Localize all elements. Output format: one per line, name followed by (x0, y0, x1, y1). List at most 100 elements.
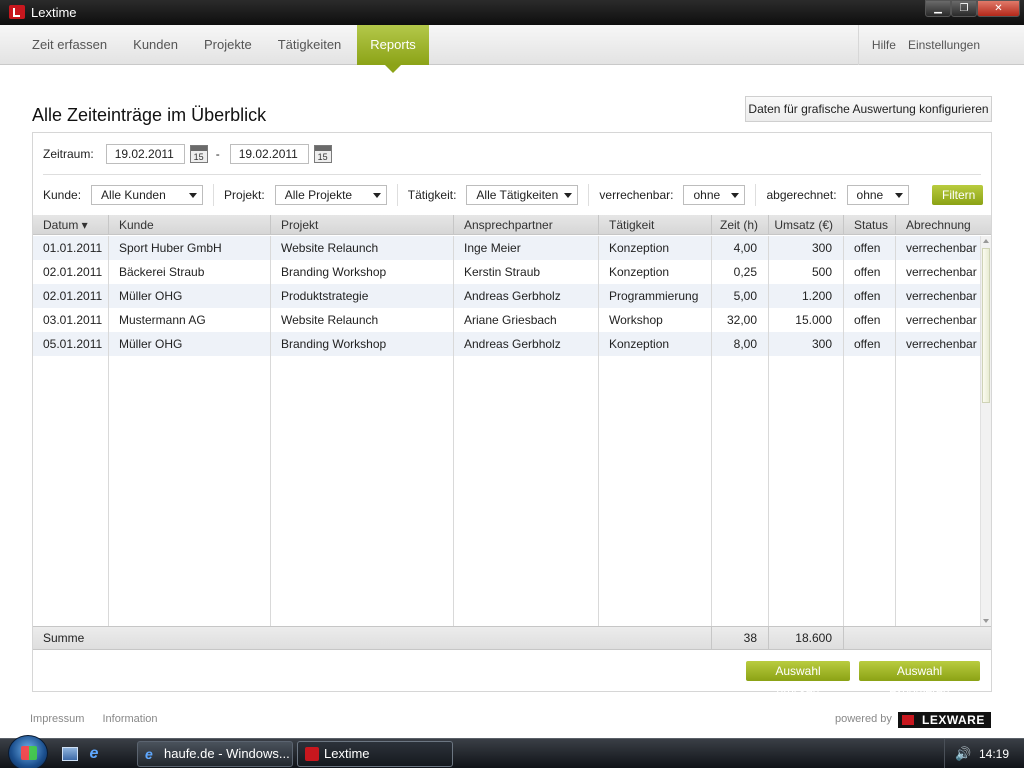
kunde-select[interactable]: Alle Kunden (91, 185, 204, 205)
scroll-down-arrow-icon[interactable] (983, 619, 989, 623)
taetigkeit-select-value: Alle Tätigkeiten (476, 188, 559, 202)
column-divider (270, 236, 271, 626)
close-button[interactable]: ✕ (977, 0, 1020, 17)
information-link[interactable]: Information (102, 713, 157, 725)
column-header-abrechnung[interactable]: Abrechnung (896, 215, 991, 235)
window-controls: ▁ ❐ ✕ (925, 0, 1020, 18)
scroll-up-arrow-icon[interactable] (983, 239, 989, 243)
calendar-to-icon[interactable]: 15 (313, 145, 332, 163)
cell-datum: 02.01.2011 (43, 289, 103, 303)
column-header-zeit[interactable]: Zeit (h) (712, 215, 769, 235)
taskbar-button-browser[interactable]: e haufe.de - Windows... (137, 741, 293, 767)
cell-projekt: Produktstrategie (281, 289, 369, 303)
table-row[interactable]: 02.01.2011 Müller OHG Produktstrategie A… (33, 284, 980, 308)
help-link[interactable]: Hilfe (872, 38, 896, 52)
clock[interactable]: 14:19 (979, 747, 1009, 761)
cell-abrechnung: verrechenbar (906, 337, 977, 351)
table-row[interactable]: 02.01.2011 Bäckerei Straub Branding Work… (33, 260, 980, 284)
start-button[interactable] (8, 735, 48, 768)
cell-status: offen (854, 313, 881, 327)
cell-abrechnung: verrechenbar (906, 313, 977, 327)
cell-ansprechpartner: Kerstin Straub (464, 265, 541, 279)
column-header-status[interactable]: Status (844, 215, 896, 235)
internet-explorer-icon[interactable]: e (86, 746, 102, 762)
verrechenbar-filter-label: verrechenbar: (599, 188, 674, 202)
scrollbar-thumb[interactable] (982, 248, 990, 403)
nav-item-zeit-erfassen[interactable]: Zeit erfassen (19, 25, 120, 65)
cell-ansprechpartner: Ariane Griesbach (464, 313, 557, 327)
verrechenbar-select[interactable]: ohne (683, 185, 746, 205)
cell-umsatz: 1.200 (801, 289, 832, 303)
dropdown-arrow-icon (894, 193, 903, 198)
filter-separator (213, 184, 215, 206)
nav-item-reports[interactable]: Reports (357, 25, 429, 73)
table-summary-row: Summe 38 18.600 (33, 626, 991, 650)
nav-item-projekte[interactable]: Projekte (191, 25, 265, 65)
cell-taetigkeit: Konzeption (609, 241, 670, 255)
export-selection-button[interactable]: Auswahl exportieren (859, 661, 980, 698)
cell-projekt: Website Relaunch (281, 313, 379, 327)
date-range-dash: - (215, 147, 220, 161)
cell-status: offen (854, 265, 881, 279)
nav-item-taetigkeiten[interactable]: Tätigkeiten (265, 25, 355, 65)
cell-abrechnung: verrechenbar (906, 265, 977, 279)
cell-umsatz: 500 (811, 265, 832, 279)
app-logo-icon (9, 5, 25, 19)
projekt-filter-label: Projekt: (224, 188, 265, 202)
cell-zeit: 4,00 (733, 241, 757, 255)
nav-item-kunden[interactable]: Kunden (120, 25, 191, 65)
show-desktop-icon[interactable] (62, 747, 78, 761)
cell-zeit: 0,25 (733, 265, 757, 279)
cell-umsatz: 300 (811, 337, 832, 351)
cell-status: offen (854, 241, 881, 255)
window-title: Lextime (31, 5, 77, 20)
taskbar-button-lextime[interactable]: Lextime (297, 741, 453, 767)
report-panel: Zeitraum: 19.02.2011 15 - 19.02.2011 15 … (32, 132, 992, 698)
date-to-field[interactable]: 19.02.2011 (229, 144, 309, 164)
time-entries-table: Datum ▾ Kunde Projekt Ansprechpartner Tä… (33, 215, 991, 710)
column-header-datum[interactable]: Datum ▾ (33, 215, 109, 235)
column-divider (108, 236, 109, 626)
page-title: Alle Zeiteinträge im Überblick (32, 105, 267, 125)
impressum-link[interactable]: Impressum (30, 713, 84, 725)
cell-taetigkeit: Workshop (609, 313, 663, 327)
column-header-kunde[interactable]: Kunde (109, 215, 271, 235)
verrechenbar-select-value: ohne (693, 188, 721, 202)
table-row[interactable]: 05.01.2011 Müller OHG Branding Workshop … (33, 332, 980, 356)
column-divider (453, 236, 454, 626)
summary-umsatz: 18.600 (795, 631, 832, 645)
column-header-umsatz[interactable]: Umsatz (€) (769, 215, 844, 235)
dropdown-arrow-icon (564, 193, 573, 198)
column-divider (895, 236, 896, 626)
filter-row: Kunde: Alle Kunden Projekt: Alle Projekt… (43, 184, 983, 206)
volume-icon[interactable]: 🔊 (955, 746, 971, 762)
minimize-button[interactable]: ▁ (925, 0, 951, 17)
column-divider (768, 236, 769, 626)
cell-status: offen (854, 337, 881, 351)
column-divider (843, 236, 844, 626)
cell-umsatz: 15.000 (795, 313, 832, 327)
cell-kunde: Sport Huber GmbH (119, 241, 222, 255)
print-selection-button[interactable]: Auswahl drucken (746, 661, 850, 698)
column-header-ansprechpartner[interactable]: Ansprechpartner (454, 215, 599, 235)
column-header-projekt[interactable]: Projekt (271, 215, 454, 235)
configure-chart-data-button[interactable]: Daten für grafische Auswertung konfiguri… (745, 96, 992, 122)
cell-ansprechpartner: Andreas Gerbholz (464, 337, 561, 351)
column-divider (843, 627, 844, 650)
projekt-select[interactable]: Alle Projekte (274, 185, 387, 205)
calendar-from-icon[interactable]: 15 (189, 145, 208, 163)
cell-abrechnung: verrechenbar (906, 289, 977, 303)
table-row[interactable]: 03.01.2011 Mustermann AG Website Relaunc… (33, 308, 980, 332)
table-body: 01.01.2011 Sport Huber GmbH Website Rela… (33, 236, 980, 626)
cell-zeit: 32,00 (726, 313, 757, 327)
table-scrollbar[interactable] (980, 236, 991, 626)
table-row[interactable]: 01.01.2011 Sport Huber GmbH Website Rela… (33, 236, 980, 260)
filter-button[interactable]: Filtern (932, 185, 983, 205)
summary-zeit: 38 (743, 631, 757, 645)
settings-link[interactable]: Einstellungen (908, 38, 980, 52)
abgerechnet-select[interactable]: ohne (846, 185, 909, 205)
restore-button[interactable]: ❐ (951, 0, 977, 17)
column-header-taetigkeit[interactable]: Tätigkeit (599, 215, 712, 235)
taetigkeit-select[interactable]: Alle Tätigkeiten (466, 185, 579, 205)
date-from-field[interactable]: 19.02.2011 (105, 144, 185, 164)
